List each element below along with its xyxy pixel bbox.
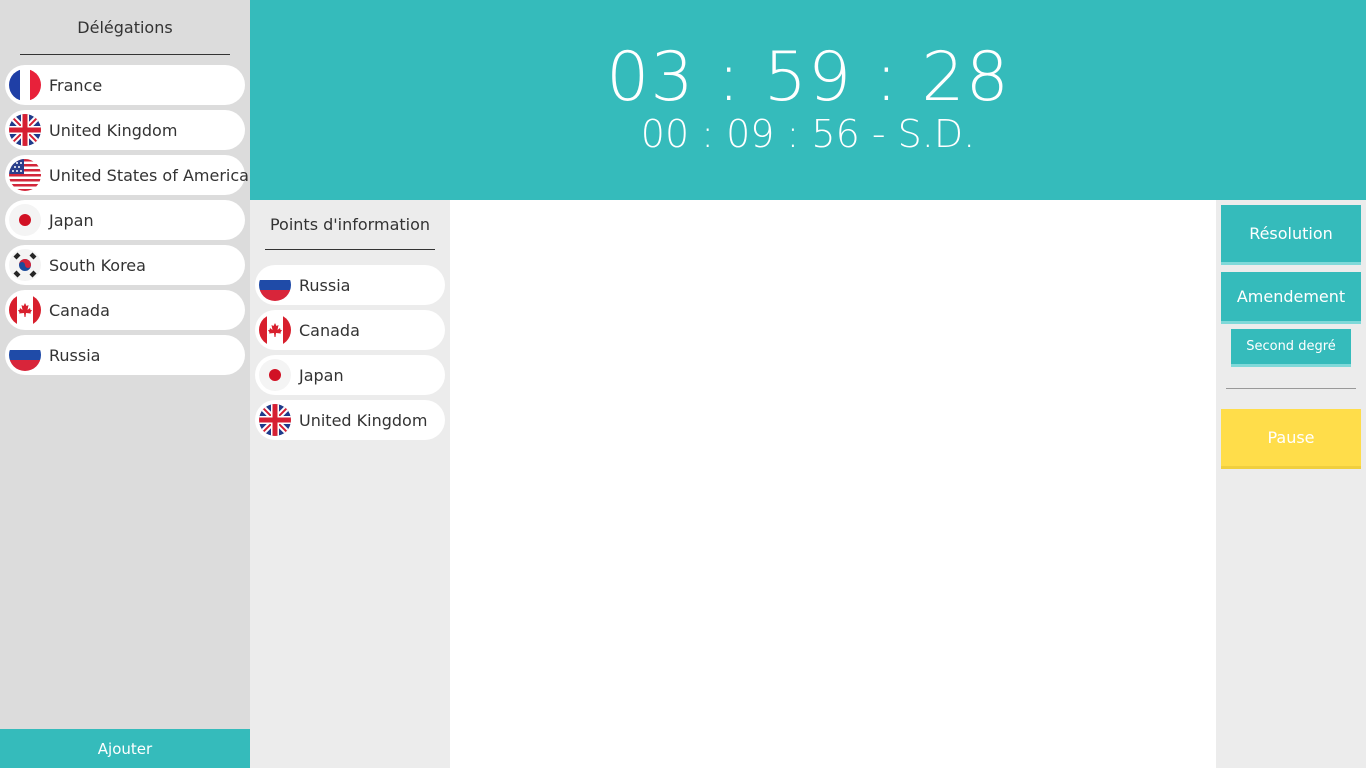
delegations-sidebar: Délégations France United Kingdom United… [0, 0, 250, 768]
usa-flag-icon [9, 159, 41, 191]
delegation-item-south-korea[interactable]: South Korea [5, 245, 245, 285]
point-item-united-kingdom[interactable]: United Kingdom [255, 400, 445, 440]
points-of-information-panel: Points d'information Russia Canada Japan… [250, 200, 450, 768]
japan-flag-icon [9, 204, 41, 236]
point-label: Russia [299, 275, 351, 295]
delegation-label: United States of America [49, 165, 249, 185]
delegations-divider [20, 54, 230, 55]
points-title: Points d'information [269, 215, 431, 234]
uk-flag-icon [9, 114, 41, 146]
timer-header: 03 : 59 : 28 00 : 09 : 56 - S.D. [250, 0, 1366, 200]
pause-button[interactable]: Pause [1221, 409, 1361, 469]
delegation-item-usa[interactable]: United States of America [5, 155, 249, 195]
actions-panel: Résolution Amendement Second degré Pause [1216, 200, 1366, 768]
main-timer: 03 : 59 : 28 [606, 38, 1010, 117]
points-list: Russia Canada Japan United Kingdom [255, 265, 445, 445]
japan-flag-icon [259, 359, 291, 391]
point-label: Japan [299, 365, 344, 385]
delegation-item-japan[interactable]: Japan [5, 200, 245, 240]
delegation-item-france[interactable]: France [5, 65, 245, 105]
delegation-label: United Kingdom [49, 120, 178, 140]
resolution-button[interactable]: Résolution [1221, 205, 1361, 265]
delegation-label: France [49, 75, 103, 95]
delegations-title: Délégations [77, 18, 173, 37]
canada-flag-icon [259, 314, 291, 346]
second-degre-button[interactable]: Second degré [1231, 329, 1351, 367]
south-korea-flag-icon [9, 249, 41, 281]
point-item-canada[interactable]: Canada [255, 310, 445, 350]
main-content-area [450, 200, 1216, 768]
delegation-label: South Korea [49, 255, 146, 275]
russia-flag-icon [259, 269, 291, 301]
russia-flag-icon [9, 339, 41, 371]
speaker-timer: 00 : 09 : 56 - S.D. [640, 112, 976, 156]
points-divider [265, 249, 435, 250]
canada-flag-icon [9, 294, 41, 326]
delegation-item-united-kingdom[interactable]: United Kingdom [5, 110, 245, 150]
point-label: Canada [299, 320, 360, 340]
add-delegation-button[interactable]: Ajouter [0, 729, 250, 768]
uk-flag-icon [259, 404, 291, 436]
delegation-label: Russia [49, 345, 101, 365]
delegation-label: Japan [49, 210, 94, 230]
france-flag-icon [9, 69, 41, 101]
point-item-japan[interactable]: Japan [255, 355, 445, 395]
delegations-list: France United Kingdom United States of A… [5, 65, 249, 380]
point-label: United Kingdom [299, 410, 428, 430]
point-item-russia[interactable]: Russia [255, 265, 445, 305]
actions-divider [1226, 388, 1356, 389]
delegation-item-russia[interactable]: Russia [5, 335, 245, 375]
amendement-button[interactable]: Amendement [1221, 272, 1361, 324]
delegation-label: Canada [49, 300, 110, 320]
delegation-item-canada[interactable]: Canada [5, 290, 245, 330]
